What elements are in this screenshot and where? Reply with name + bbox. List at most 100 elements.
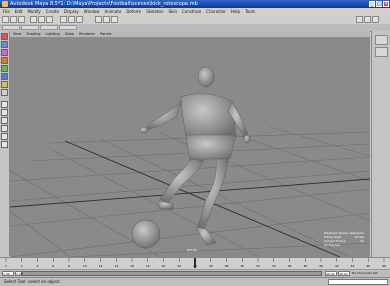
menu-constrain[interactable]: Constrain — [182, 8, 201, 15]
timeline-tick-label: 42 — [335, 264, 339, 268]
menu-file[interactable]: File — [3, 8, 10, 15]
menu-skin[interactable]: Skin — [168, 8, 177, 15]
playback-end-field[interactable]: 48.00 — [325, 271, 337, 276]
timeline-tick-label: 16 — [130, 264, 134, 268]
shelf-tab[interactable] — [2, 25, 20, 30]
select-component-icon[interactable] — [46, 16, 53, 23]
lasso-icon[interactable] — [1, 41, 8, 48]
hud-display: Playback Speed Real-time Frame Rate 24 fps… — [324, 231, 364, 247]
shelf-tab[interactable] — [40, 25, 58, 30]
timeline-tick-label: 36 — [288, 264, 292, 268]
timeline-tick-label: 46 — [366, 264, 370, 268]
viewport-scene — [10, 66, 370, 257]
layout-hypershade-icon[interactable] — [1, 141, 8, 148]
snap-curve-icon[interactable] — [68, 16, 75, 23]
timeline-tick-label: 10 — [83, 264, 87, 268]
ipr-render-icon[interactable] — [103, 16, 110, 23]
timeline-tick-label: 1 — [5, 264, 7, 268]
timeline-tick-label: 2 — [21, 264, 23, 268]
tool-settings-toggle-icon[interactable] — [372, 16, 379, 23]
playback-start-field[interactable]: 1.00 — [15, 271, 23, 276]
timeline-tick-label: 28 — [225, 264, 229, 268]
mel-input[interactable] — [328, 279, 388, 285]
timeline-tick-label: 38 — [303, 264, 307, 268]
layout-persp-icon[interactable] — [1, 117, 8, 124]
camera-label: persp — [187, 248, 197, 252]
timeline-tick-label: 26 — [209, 264, 213, 268]
timeline-tick-label: 6 — [52, 264, 54, 268]
minimize-button[interactable]: _ — [369, 1, 375, 7]
close-button[interactable]: × — [383, 1, 389, 7]
timeline-tick-label: 40 — [319, 264, 323, 268]
channel-box-toggle-icon[interactable] — [356, 16, 363, 23]
timeline-tick-label: 48 — [382, 264, 386, 268]
timeline-tick-label: 32 — [256, 264, 260, 268]
layout-four-icon[interactable] — [1, 109, 8, 116]
channel-box — [371, 31, 390, 257]
timeline-tick-label: 18 — [146, 264, 150, 268]
open-scene-icon[interactable] — [10, 16, 17, 23]
timeline-tick-label: 34 — [272, 264, 276, 268]
menu-create[interactable]: Create — [46, 8, 59, 15]
character-set-dropdown[interactable]: No Character Set — [352, 271, 378, 275]
timeline-tick-label: 22 — [177, 264, 181, 268]
select-tool-icon[interactable] — [1, 33, 8, 40]
render-icon[interactable] — [95, 16, 102, 23]
channel-box-tab[interactable] — [375, 35, 388, 45]
menu-window[interactable]: Window — [84, 8, 100, 15]
maya-app-icon — [2, 1, 8, 7]
select-hierarchy-icon[interactable] — [30, 16, 37, 23]
select-object-icon[interactable] — [38, 16, 45, 23]
window-title: Autodesk Maya 8.5*1: D:\Maya\Projects\Fo… — [10, 1, 198, 7]
timeline-tick-label: 8 — [68, 264, 70, 268]
menu-modify[interactable]: Modify — [27, 8, 40, 15]
current-time-indicator[interactable] — [194, 258, 196, 268]
menu-help[interactable]: Help — [231, 8, 240, 15]
soccer-ball — [131, 219, 161, 249]
layout-single-icon[interactable] — [1, 101, 8, 108]
shelf-tab[interactable] — [59, 25, 77, 30]
menu-display[interactable]: Display — [64, 8, 79, 15]
paint-icon[interactable] — [1, 49, 8, 56]
soccer-player-model — [139, 66, 251, 246]
menu-bar: File Edit Modify Create Display Window A… — [0, 8, 390, 15]
last-tool-icon[interactable] — [1, 89, 8, 96]
layout-outliner-icon[interactable] — [1, 125, 8, 132]
menu-edit[interactable]: Edit — [15, 8, 23, 15]
layer-editor-tab[interactable] — [375, 47, 388, 57]
menu-animate[interactable]: Animate — [105, 8, 122, 15]
end-time-field[interactable]: 48.00 — [338, 271, 350, 276]
maximize-button[interactable]: □ — [376, 1, 382, 7]
range-slider[interactable] — [22, 271, 322, 276]
menu-character[interactable]: Character — [206, 8, 226, 15]
timeline-tick-label: 20 — [162, 264, 166, 268]
timeline-tick-label: 12 — [99, 264, 103, 268]
axis-line-x — [10, 178, 370, 208]
help-line: Select Tool: select an object — [4, 279, 60, 284]
hud-row: All Frames — [324, 243, 340, 247]
title-bar: Autodesk Maya 8.5*1: D:\Maya\Projects\Fo… — [0, 0, 390, 8]
menu-deform[interactable]: Deform — [126, 8, 141, 15]
layout-graph-icon[interactable] — [1, 133, 8, 140]
menu-skeleton[interactable]: Skeleton — [146, 8, 163, 15]
move-icon[interactable] — [1, 57, 8, 64]
scale-icon[interactable] — [1, 73, 8, 80]
rotate-icon[interactable] — [1, 65, 8, 72]
timeline-tick-label: 44 — [351, 264, 355, 268]
attribute-editor-toggle-icon[interactable] — [364, 16, 371, 23]
snap-grid-icon[interactable] — [60, 16, 67, 23]
perspective-viewport[interactable]: View Shading Lighting Show Renderer Pane… — [10, 31, 370, 257]
timeline-tick-label: 4 — [37, 264, 39, 268]
start-time-field[interactable]: 1.00 — [2, 271, 14, 276]
save-scene-icon[interactable] — [18, 16, 25, 23]
shelf-tab[interactable] — [21, 25, 39, 30]
manipulator-icon[interactable] — [1, 81, 8, 88]
toolbox — [0, 31, 10, 256]
snap-point-icon[interactable] — [76, 16, 83, 23]
timeline-tick-label: 30 — [240, 264, 244, 268]
window-controls: _ □ × — [369, 1, 389, 7]
timeline-tick-label: 14 — [114, 264, 118, 268]
new-scene-icon[interactable] — [2, 16, 9, 23]
menu-tools[interactable]: Tools — [245, 8, 255, 15]
render-settings-icon[interactable] — [111, 16, 118, 23]
